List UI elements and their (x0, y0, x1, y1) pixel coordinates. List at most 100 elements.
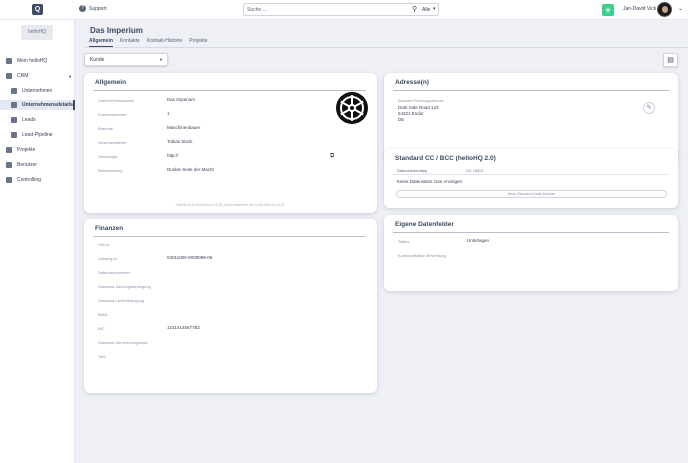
card-title: Adresse(n) (395, 79, 429, 86)
company-logo (336, 92, 368, 124)
avatar-face (662, 6, 668, 13)
table-divider (393, 174, 669, 175)
sidebar-item-label: Lead-Pipeline (22, 132, 53, 138)
search-icon[interactable]: ⚲ (412, 6, 417, 14)
sidebar-item-crm[interactable]: CRM ▼ (0, 71, 75, 81)
sidebar-item-label: Benutzer (17, 162, 38, 168)
support-icon: ? (79, 5, 86, 12)
sidebar-item-label: CRM (17, 73, 29, 79)
field-value-bic[interactable]: 12314145677B2 (167, 325, 200, 330)
search-scope-select[interactable]: Alle (422, 7, 430, 13)
column-header[interactable]: Datenelementtyp (397, 168, 427, 173)
chat-icon: ▤ (667, 57, 674, 64)
column-header[interactable]: CC / BCC (466, 168, 484, 173)
user-name[interactable]: Jan-David Vick (623, 6, 656, 12)
leads-icon (11, 117, 17, 123)
tenant-badge[interactable]: helloHQ (21, 25, 53, 40)
chevron-down-icon: ▼ (159, 57, 163, 62)
new-cc-email-button[interactable]: Neue Standard-Email-Adresse (396, 190, 667, 198)
support-link[interactable]: ? Support (79, 5, 107, 12)
allgemein-card: Allgemein Unternehmensname Das Imperium … (84, 73, 377, 213)
avatar[interactable] (657, 2, 672, 17)
sidebar-item-controlling[interactable]: Controlling (0, 175, 75, 185)
field-value-description[interactable]: Dunkle Seite der Macht (167, 167, 214, 172)
address-block[interactable]: Dark Side Road 123 54321 Endor DE (398, 105, 439, 123)
pipeline-icon (11, 132, 17, 138)
sidebar-item-unternehmen[interactable]: Unternehmen (0, 86, 75, 96)
chevron-down-icon[interactable]: ▾ (433, 6, 436, 12)
card-divider (393, 90, 669, 91)
support-label: Support (89, 5, 107, 12)
sidebar-item-label: Leads (22, 117, 36, 123)
field-label: Branche (98, 126, 113, 131)
field-value-responsible[interactable]: Tobias Stock (167, 139, 193, 144)
field-label: IBAN (98, 312, 108, 317)
tabs-divider (85, 47, 688, 48)
sidebar-item-benutzer[interactable]: Benutzer (0, 160, 75, 170)
field-value-leitweg-id[interactable]: 04011000-9000099-06 (167, 255, 212, 260)
cc-bcc-card: Standard CC / BCC (helloHQ 2.0) Datenele… (384, 149, 678, 208)
crm-icon (6, 73, 12, 79)
tab-bar: Allgemein Kontakte Kontakt-Historie Proj… (89, 38, 208, 47)
chat-button[interactable]: ▤ (663, 53, 678, 67)
quick-add-button[interactable]: + (602, 4, 614, 16)
card-divider (93, 236, 366, 237)
field-value-customer-number[interactable]: 1 (167, 111, 170, 116)
top-bar: Q ? Support ⚲ Alle ▾ + Jan-David Vick ⌄ (0, 0, 688, 20)
field-label: Kundennummer (98, 112, 127, 117)
card-title: Standard CC / BCC (helloHQ 2.0) (395, 155, 496, 162)
field-label: Tarif (98, 354, 106, 359)
sidebar-item-unternehmensdetails[interactable]: Unternehmensdetails (0, 100, 75, 110)
sidebar-item-lead-pipeline[interactable]: Lead-Pipeline (0, 130, 75, 140)
field-value-status[interactable]: Unterlagen (467, 238, 489, 243)
tab-allgemein[interactable]: Allgemein (89, 38, 113, 47)
user-menu-chevron-icon[interactable]: ⌄ (678, 5, 683, 12)
sidebar: helloHQ Mein helloHQ CRM ▼ Unternehmen U… (0, 20, 75, 463)
addresses-card: Adresse(n) Standard-Rechnungsadresse Dar… (384, 73, 678, 161)
company-type-select[interactable]: Kunde ▼ (84, 53, 168, 66)
card-divider (93, 90, 366, 91)
projects-icon (6, 147, 12, 153)
search-input[interactable] (247, 5, 407, 15)
field-label: USt-Id (98, 242, 110, 247)
company-details-icon (11, 102, 17, 108)
card-title: Eigene Datenfelder (395, 221, 454, 228)
field-value-homepage[interactable]: http:// (167, 153, 178, 158)
external-link-icon[interactable]: ⧉ (330, 153, 334, 160)
logo-hub-center (350, 106, 354, 110)
field-label: Status (398, 239, 410, 244)
tab-kontakt-historie[interactable]: Kontakt-Historie (147, 38, 183, 47)
field-label: BIC (98, 326, 105, 331)
record-meta-note: Erstellt am 20.04.2018 um 13:38, Zuletzt… (175, 203, 285, 207)
field-value-industry[interactable]: Maschinenbauer (167, 125, 200, 130)
field-value-company-name[interactable]: Das Imperium (167, 97, 195, 102)
card-divider (393, 232, 669, 233)
field-label: Standard-Lieferbedingung (98, 298, 145, 303)
app-logo[interactable]: Q (32, 4, 43, 15)
controlling-icon (6, 177, 12, 183)
sidebar-item-projekte[interactable]: Projekte (0, 145, 75, 155)
field-label: Homepage (98, 154, 118, 159)
edit-address-button[interactable]: ✎ (643, 102, 655, 114)
company-type-value: Kunde (90, 57, 105, 63)
edit-icon: ✎ (646, 105, 652, 111)
card-title: Finanzen (95, 225, 124, 232)
sidebar-item-label: Projekte (17, 147, 36, 153)
field-label: Standard-Zahlungsbedingung (98, 284, 151, 289)
sidebar-item-label: Mein helloHQ (17, 58, 48, 64)
field-label: Standard-Verrechnungssatz (98, 340, 148, 345)
field-label: Beschreibung (98, 168, 123, 173)
users-icon (6, 162, 12, 168)
finanzen-card: Finanzen USt-Id Leitweg-Id 04011000-9000… (84, 219, 377, 393)
sidebar-item-mein-hellohq[interactable]: Mein helloHQ (0, 56, 75, 66)
sidebar-item-leads[interactable]: Leads (0, 115, 75, 125)
chevron-down-icon: ▼ (68, 73, 72, 79)
address-caption: Standard-Rechnungsadresse (398, 99, 444, 103)
tab-kontakte[interactable]: Kontakte (120, 38, 140, 47)
custom-fields-card: Eigene Datenfelder Status Unterlagen Kom… (384, 215, 678, 291)
tab-projekte[interactable]: Projekte (189, 38, 207, 47)
sidebar-item-label: Controlling (17, 177, 41, 183)
global-search: ⚲ Alle ▾ (243, 3, 439, 16)
card-title: Allgemein (95, 79, 127, 86)
empty-state-text: Keine Datensätze zum Anzeigen (397, 179, 463, 184)
